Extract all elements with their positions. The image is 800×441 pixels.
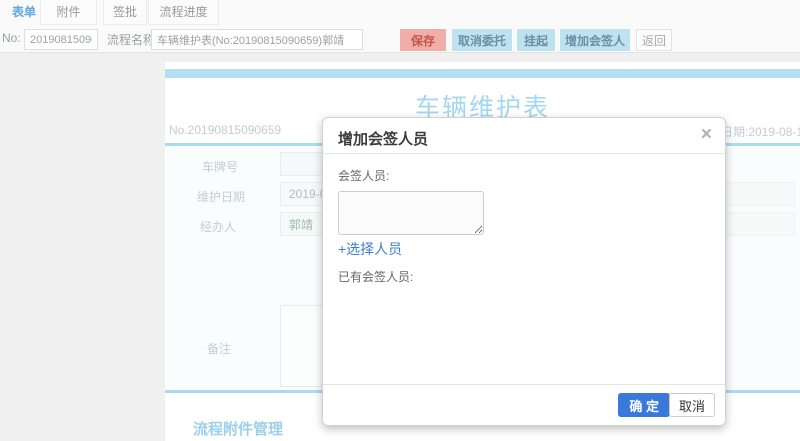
- form-no-text: No.20190815090659: [169, 123, 282, 137]
- back-button[interactable]: 返回: [636, 29, 672, 51]
- accent-bar: [165, 69, 800, 78]
- plate-number-label: 车牌号: [202, 160, 239, 174]
- no-label: No:: [2, 31, 21, 45]
- tab-bar: 表单 附件 签批 流程进度: [0, 0, 800, 26]
- countersign-personnel-textarea[interactable]: [338, 191, 484, 235]
- modal-body: 会签人员: +选择人员 已有会签人员:: [323, 154, 725, 298]
- tab-sign-approval[interactable]: 签批: [103, 0, 147, 25]
- process-toolbar: No: 流程名称: 保存 取消委托 挂起 增加会签人 返回: [0, 27, 800, 53]
- cancel-button[interactable]: 取消: [668, 393, 715, 417]
- countersign-personnel-label: 会签人员:: [338, 169, 390, 183]
- add-countersign-modal: 增加会签人员 × 会签人员: +选择人员 已有会签人员: 确 定 取消: [322, 117, 726, 426]
- modal-header: 增加会签人员 ×: [323, 118, 725, 154]
- tab-process-progress[interactable]: 流程进度: [148, 0, 219, 25]
- cancel-delegate-button[interactable]: 取消委托: [452, 29, 512, 51]
- handler-label: 经办人: [200, 220, 237, 234]
- suspend-button[interactable]: 挂起: [517, 29, 555, 51]
- confirm-button[interactable]: 确 定: [618, 393, 670, 417]
- process-no-input[interactable]: [24, 29, 98, 50]
- remarks-label: 备注: [207, 342, 232, 356]
- form-date-text: 日期:2019-08-15: [721, 125, 800, 139]
- tab-attachments[interactable]: 附件: [40, 0, 97, 25]
- process-name-input[interactable]: [151, 29, 363, 50]
- modal-title: 增加会签人员: [338, 131, 429, 148]
- attachments-section-title: 流程附件管理: [193, 421, 284, 438]
- tab-form[interactable]: 表单: [4, 0, 44, 25]
- modal-footer: 确 定 取消: [323, 384, 725, 425]
- existing-countersign-label: 已有会签人员:: [338, 270, 414, 284]
- top-toolbar: 表单 附件 签批 流程进度 No: 流程名称: 保存 取消委托 挂起 增加会签人…: [0, 0, 800, 53]
- add-countersign-button[interactable]: 增加会签人: [560, 29, 630, 51]
- save-button[interactable]: 保存: [400, 29, 446, 51]
- maintenance-date-label: 维护日期: [197, 190, 246, 204]
- select-personnel-link[interactable]: +选择人员: [338, 239, 402, 259]
- close-icon[interactable]: ×: [701, 125, 712, 145]
